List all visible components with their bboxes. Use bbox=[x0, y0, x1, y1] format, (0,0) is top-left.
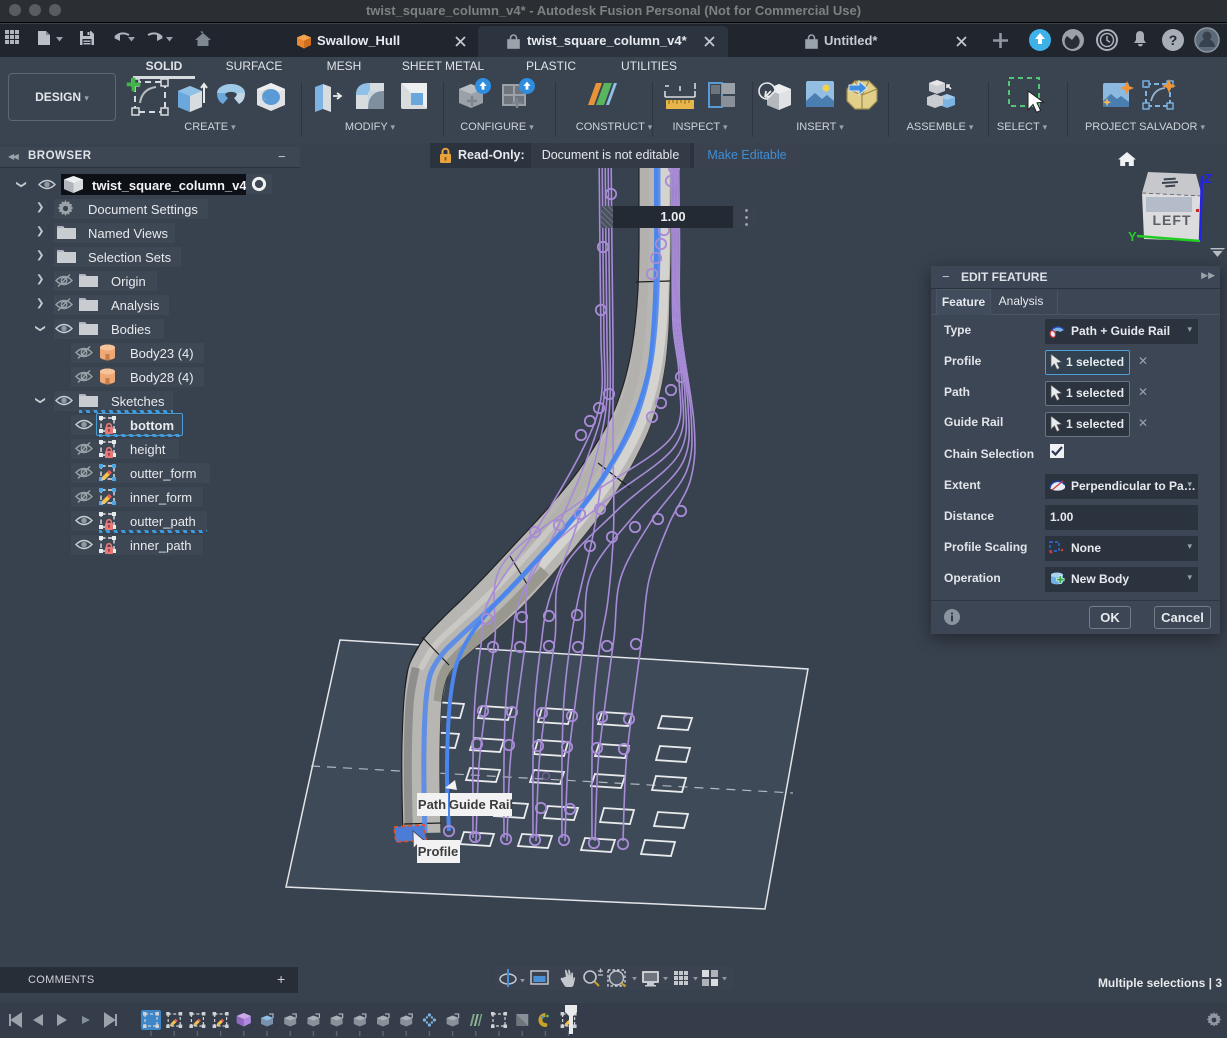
svg-text:Guide Rail: Guide Rail bbox=[449, 797, 513, 812]
svg-text:Path: Path bbox=[418, 797, 446, 812]
svg-text:Y: Y bbox=[1128, 229, 1137, 244]
svg-text:LEFT: LEFT bbox=[1153, 212, 1192, 228]
svg-text:Z: Z bbox=[1204, 171, 1212, 186]
svg-text:?: ? bbox=[1169, 32, 1178, 48]
svg-text:Profile: Profile bbox=[418, 844, 458, 859]
